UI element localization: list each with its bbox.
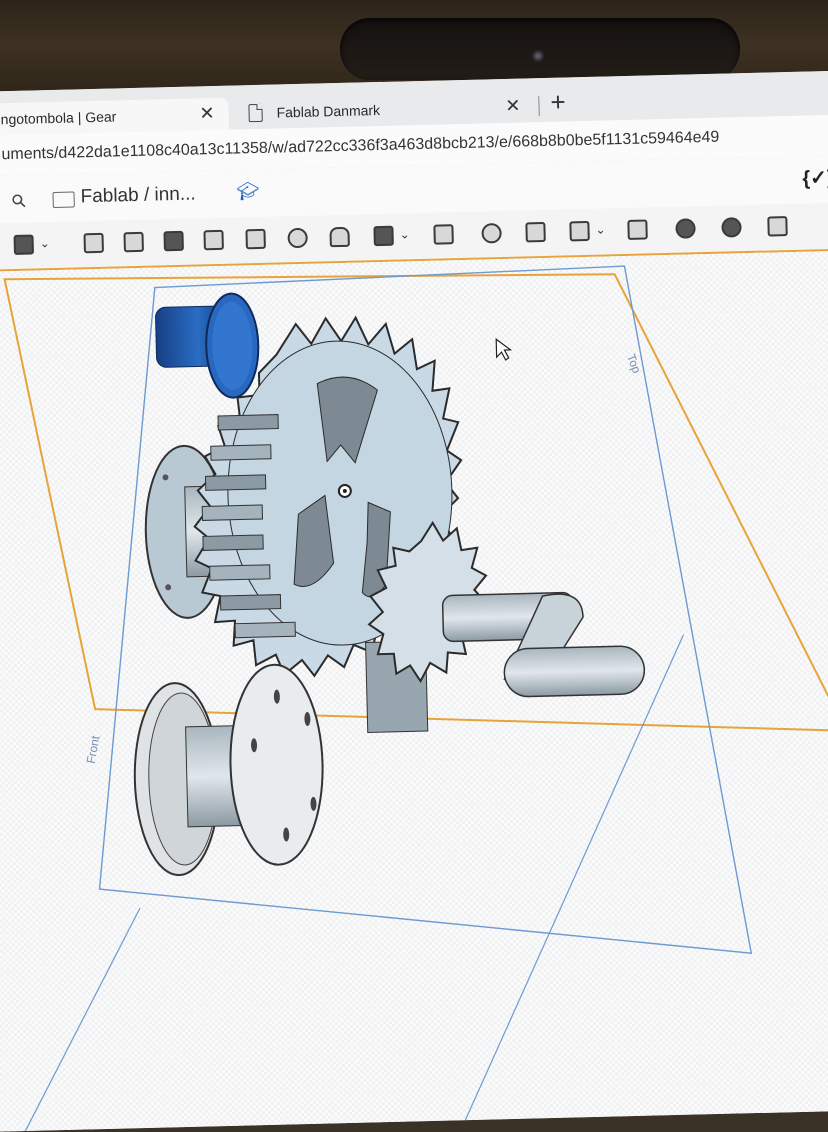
tab-title: Fablab Danmark	[276, 101, 381, 121]
delete-part-icon[interactable]	[627, 219, 648, 240]
front-plane-label: Front	[84, 734, 103, 765]
knob-part[interactable]	[155, 292, 260, 399]
front-spool-part[interactable]	[132, 663, 325, 877]
shell-icon[interactable]	[329, 226, 350, 248]
education-cap-icon[interactable]: 🎓︎	[236, 181, 259, 203]
transform-icon[interactable]	[569, 220, 590, 242]
code-button[interactable]: {✓}	[802, 165, 828, 191]
revolve-icon[interactable]	[123, 231, 144, 253]
chevron-down-icon[interactable]: ⌄	[399, 227, 409, 241]
tab-title: ngotombola | Gear	[0, 108, 117, 128]
modify-fillet-icon[interactable]	[675, 218, 696, 239]
mirror-icon[interactable]	[433, 224, 454, 245]
3d-viewport[interactable]: Front Top	[0, 249, 828, 1132]
close-icon[interactable]: ✕	[199, 103, 215, 124]
sweep-icon[interactable]	[163, 230, 184, 252]
delete-face-icon[interactable]	[721, 217, 742, 238]
mouse-cursor-icon	[495, 337, 513, 361]
fillet-icon[interactable]	[287, 227, 308, 249]
folder-icon	[52, 191, 75, 209]
webcam-lens-icon	[532, 50, 544, 62]
split-icon[interactable]	[525, 221, 546, 243]
link-icon[interactable]: ⚲	[7, 189, 31, 213]
chevron-down-icon[interactable]: ⌄	[595, 223, 605, 237]
chevron-down-icon[interactable]: ⌄	[40, 236, 50, 250]
sketch-icon[interactable]	[13, 234, 34, 255]
export-icon[interactable]	[767, 216, 788, 237]
page-icon	[248, 103, 263, 123]
crank-handle-part[interactable]	[441, 591, 646, 699]
url-text[interactable]: uments/d422da1e1108c40a13c11358/w/ad722c…	[1, 129, 719, 165]
browser-window: ngotombola | Gear ✕ Fablab Danmark ✕ + u…	[0, 70, 828, 1132]
viewport-canvas[interactable]: Front Top	[0, 250, 828, 1132]
pattern-icon[interactable]	[373, 225, 394, 247]
close-icon[interactable]: ✕	[505, 96, 521, 117]
breadcrumb[interactable]: Fablab / inn...	[80, 184, 196, 209]
tab-separator	[538, 96, 540, 117]
new-tab-button[interactable]: +	[550, 86, 566, 117]
top-plane-edge	[24, 907, 141, 1132]
thicken-icon[interactable]	[245, 228, 266, 250]
webcam-housing	[340, 18, 740, 80]
loft-icon[interactable]	[203, 229, 224, 251]
right-plane-edge	[464, 634, 685, 1121]
extrude-icon[interactable]	[83, 232, 104, 254]
boolean-icon[interactable]	[481, 223, 502, 244]
